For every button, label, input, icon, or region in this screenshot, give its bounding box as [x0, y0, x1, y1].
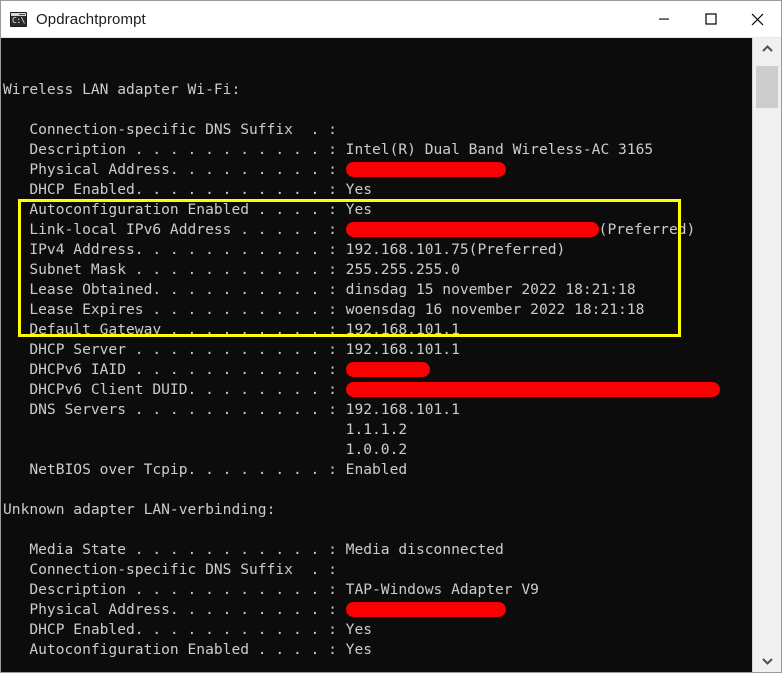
redaction-bar: [345, 221, 599, 237]
console-line: DHCP Enabled. . . . . . . . . . . : Yes: [1, 180, 752, 200]
minimize-icon: [658, 18, 669, 20]
console-line-text: Connection-specific DNS Suffix . :: [3, 561, 346, 578]
console-line-text: DHCPv6 Client DUID. . . . . . . . :: [3, 381, 346, 398]
console-line-text: Autoconfiguration Enabled . . . . : Yes: [3, 201, 373, 218]
console-line: Wireless LAN adapter Wi-Fi:: [1, 80, 752, 100]
console-line: Lease Obtained. . . . . . . . . . : dins…: [1, 280, 752, 300]
console-line: DNS Servers . . . . . . . . . . . : 192.…: [1, 400, 752, 420]
console-line: Physical Address. . . . . . . . . :: [1, 600, 752, 620]
console-line: Subnet Mask . . . . . . . . . . . : 255.…: [1, 260, 752, 280]
console-line: Media State . . . . . . . . . . . : Medi…: [1, 540, 752, 560]
console-line: Autoconfiguration Enabled . . . . : Yes: [1, 200, 752, 220]
console-line-text: Subnet Mask . . . . . . . . . . . : 255.…: [3, 261, 460, 278]
console-line-text: Description . . . . . . . . . . . : Inte…: [3, 141, 654, 158]
console-line-text: Connection-specific DNS Suffix . :: [3, 121, 346, 138]
window-controls: [640, 1, 781, 37]
console-line-text: Lease Obtained. . . . . . . . . . : dins…: [3, 281, 636, 298]
console-line-text: 1.1.1.2: [3, 421, 408, 438]
console-line: DHCPv6 Client DUID. . . . . . . . :: [1, 380, 752, 400]
console-line: Link-local IPv6 Address . . . . . : (Pre…: [1, 220, 752, 240]
console-line: Description . . . . . . . . . . . : TAP-…: [1, 580, 752, 600]
console-line: NetBIOS over Tcpip. . . . . . . . : Enab…: [1, 460, 752, 480]
console-line: Description . . . . . . . . . . . : Inte…: [1, 140, 752, 160]
console-line-text: Lease Expires . . . . . . . . . . : woen…: [3, 301, 645, 318]
console-line: DHCP Server . . . . . . . . . . . : 192.…: [1, 340, 752, 360]
console-line-text: Default Gateway . . . . . . . . . : 192.…: [3, 321, 460, 338]
console-line: DHCPv6 IAID . . . . . . . . . . . :: [1, 360, 752, 380]
close-button[interactable]: [734, 1, 781, 37]
console-line-text: Physical Address. . . . . . . . . :: [3, 161, 346, 178]
console-area: Wireless LAN adapter Wi-Fi: Connection-s…: [1, 38, 781, 672]
console-line-text: IPv4 Address. . . . . . . . . . . : 192.…: [3, 241, 566, 258]
console-line-text: DHCP Enabled. . . . . . . . . . . : Yes: [3, 181, 373, 198]
console-line: Connection-specific DNS Suffix . :: [1, 560, 752, 580]
console-line-text: Autoconfiguration Enabled . . . . : Yes: [3, 641, 373, 658]
scrollbar-thumb[interactable]: [756, 66, 778, 108]
window-title: Opdrachtprompt: [36, 10, 146, 28]
minimize-button[interactable]: [640, 1, 687, 37]
console-line-text: Media State . . . . . . . . . . . : Medi…: [3, 541, 504, 558]
console-line: Autoconfiguration Enabled . . . . : Yes: [1, 640, 752, 660]
console-line: 1.0.0.2: [1, 440, 752, 460]
console-line-text: 1.0.0.2: [3, 441, 408, 458]
console-line-text: Link-local IPv6 Address . . . . . :: [3, 221, 346, 238]
console-line-text: DHCPv6 IAID . . . . . . . . . . . :: [3, 361, 346, 378]
console-line: Default Gateway . . . . . . . . . : 192.…: [1, 320, 752, 340]
console-line-text: Physical Address. . . . . . . . . :: [3, 601, 346, 618]
console-line: 1.1.1.2: [1, 420, 752, 440]
chevron-up-icon: [761, 45, 773, 52]
console-line-suffix: (Preferred): [598, 221, 696, 238]
titlebar-left: C:\. Opdrachtprompt: [1, 11, 640, 28]
console-line: Connection-specific DNS Suffix . :: [1, 120, 752, 140]
scrollbar-track[interactable]: [753, 60, 781, 650]
console-line-text: DHCP Server . . . . . . . . . . . : 192.…: [3, 341, 460, 358]
redaction-bar: [345, 161, 506, 177]
console-line-text: Unknown adapter LAN-verbinding:: [3, 501, 276, 518]
scrollbar-down-button[interactable]: [753, 650, 781, 672]
console-line: Lease Expires . . . . . . . . . . : woen…: [1, 300, 752, 320]
redaction-bar: [345, 381, 720, 397]
console-line: IPv4 Address. . . . . . . . . . . : 192.…: [1, 240, 752, 260]
cmd-icon: C:\.: [10, 11, 30, 27]
cmd-icon-glyph: C:\.: [12, 15, 30, 25]
console-line-text: DNS Servers . . . . . . . . . . . : 192.…: [3, 401, 460, 418]
console-line-text: NetBIOS over Tcpip. . . . . . . . : Enab…: [3, 461, 408, 478]
scrollbar-up-button[interactable]: [753, 38, 781, 60]
console-line: DHCP Enabled. . . . . . . . . . . : Yes: [1, 620, 752, 640]
console-scrollbar[interactable]: [752, 38, 781, 672]
maximize-icon: [704, 13, 717, 25]
redaction-bar: [345, 361, 430, 377]
redaction-bar: [345, 601, 506, 617]
maximize-button[interactable]: [687, 1, 734, 37]
close-icon: [751, 13, 764, 25]
window-titlebar[interactable]: C:\. Opdrachtprompt: [1, 1, 781, 38]
console-line-text: Description . . . . . . . . . . . : TAP-…: [3, 581, 539, 598]
console-output[interactable]: Wireless LAN adapter Wi-Fi: Connection-s…: [1, 38, 752, 672]
console-line-text: Wireless LAN adapter Wi-Fi:: [3, 81, 241, 98]
command-prompt-window: C:\. Opdrachtprompt Wireless LAN adapter…: [0, 0, 782, 673]
console-line: Unknown adapter LAN-verbinding:: [1, 500, 752, 520]
console-line: Physical Address. . . . . . . . . :: [1, 160, 752, 180]
console-line-text: DHCP Enabled. . . . . . . . . . . : Yes: [3, 621, 373, 638]
chevron-down-icon: [761, 658, 773, 665]
